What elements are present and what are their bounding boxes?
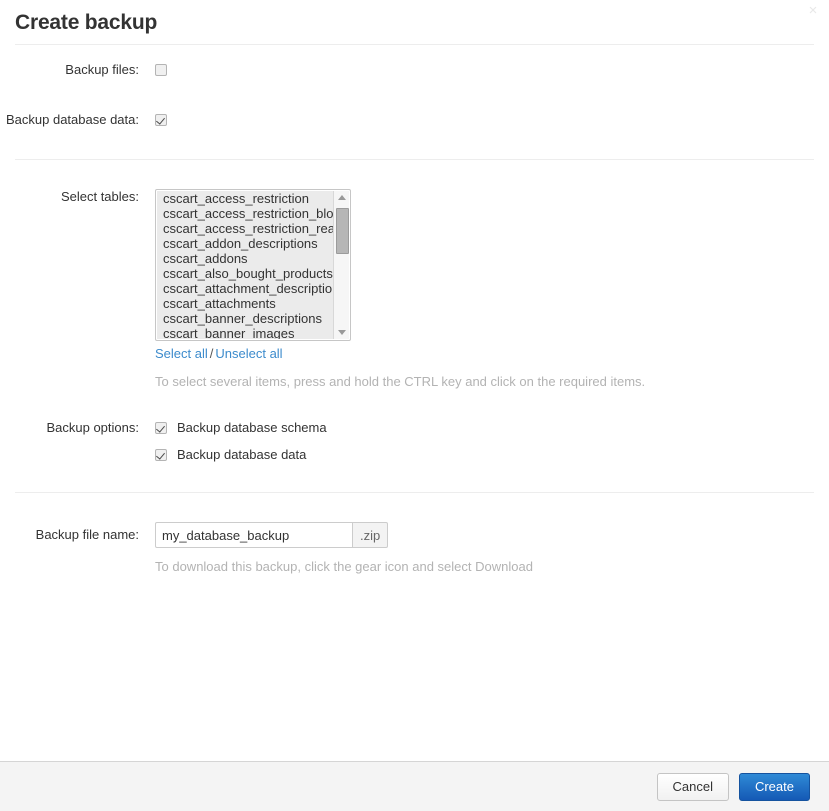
backup-files-row: Backup files:: [0, 62, 829, 78]
backup-file-name-group: .zip: [155, 522, 829, 548]
backup-database-data-label: Backup database data:: [6, 112, 139, 127]
list-item[interactable]: cscart_addon_descriptions: [157, 236, 333, 251]
section-divider-2: [15, 492, 814, 493]
create-backup-dialog: Create backup × Backup files: Backup dat…: [0, 0, 829, 811]
backup-file-name-row: Backup file name: .zip To download this …: [0, 522, 829, 575]
dialog-body: Backup files: Backup database data: Sele…: [0, 45, 829, 761]
links-separator: /: [209, 346, 214, 361]
backup-files-label: Backup files:: [65, 62, 139, 77]
backup-schema-option[interactable]: Backup database schema: [155, 420, 829, 436]
cancel-button[interactable]: Cancel: [656, 772, 729, 801]
backup-file-name-controls: .zip To download this backup, click the …: [155, 522, 829, 575]
close-icon[interactable]: ×: [806, 3, 820, 18]
unselect-all-link[interactable]: Unselect all: [215, 346, 282, 361]
backup-data-label: Backup database data: [177, 447, 307, 462]
scroll-up-icon[interactable]: [334, 191, 349, 204]
list-item[interactable]: cscart_attachment_descriptions: [157, 281, 333, 296]
file-extension-addon: .zip: [353, 522, 389, 548]
list-item[interactable]: cscart_access_restriction_block: [157, 206, 333, 221]
select-links: Select all / Unselect all: [155, 346, 829, 362]
backup-files-checkbox[interactable]: [155, 64, 167, 76]
section-divider-1: [15, 159, 814, 160]
list-item[interactable]: cscart_banner_descriptions: [157, 311, 333, 326]
listbox-scrollbar[interactable]: [333, 191, 349, 339]
select-tables-label: Select tables:: [60, 189, 139, 204]
dialog-header: Create backup ×: [0, 0, 829, 44]
backup-file-name-hint: To download this backup, click the gear …: [155, 559, 533, 574]
select-all-link[interactable]: Select all: [155, 346, 208, 361]
backup-file-name-input[interactable]: [155, 522, 353, 548]
select-tables-controls: cscart_access_restriction cscart_access_…: [155, 189, 829, 390]
dialog-footer: Cancel Create: [0, 761, 829, 811]
backup-options-row: Backup options: Backup database schema B…: [0, 420, 829, 463]
list-item[interactable]: cscart_also_bought_products: [157, 266, 333, 281]
backup-files-controls: [155, 62, 829, 77]
list-item[interactable]: cscart_banner_images: [157, 326, 333, 339]
backup-file-name-label: Backup file name:: [35, 527, 139, 542]
backup-database-data-row: Backup database data:: [0, 112, 829, 128]
select-tables-listbox[interactable]: cscart_access_restriction cscart_access_…: [155, 189, 351, 341]
backup-data-checkbox[interactable]: [155, 449, 167, 461]
list-item[interactable]: cscart_access_restriction: [157, 191, 333, 206]
select-tables-hint: To select several items, press and hold …: [155, 374, 646, 389]
table-list[interactable]: cscart_access_restriction cscart_access_…: [157, 191, 333, 339]
backup-options-controls: Backup database schema Backup database d…: [155, 420, 829, 463]
list-item[interactable]: cscart_addons: [157, 251, 333, 266]
create-button[interactable]: Create: [738, 772, 810, 801]
list-item[interactable]: cscart_attachments: [157, 296, 333, 311]
backup-database-data-controls: [155, 112, 829, 127]
backup-database-data-checkbox[interactable]: [155, 114, 167, 126]
backup-schema-checkbox[interactable]: [155, 422, 167, 434]
backup-schema-label: Backup database schema: [177, 420, 327, 435]
backup-data-option[interactable]: Backup database data: [155, 447, 829, 463]
page-title: Create backup: [15, 10, 158, 34]
scroll-down-icon[interactable]: [334, 326, 349, 339]
select-tables-row: Select tables: cscart_access_restriction…: [0, 189, 829, 390]
scrollbar-thumb[interactable]: [336, 208, 349, 254]
backup-options-label: Backup options:: [46, 420, 139, 435]
list-item[interactable]: cscart_access_restriction_reason: [157, 221, 333, 236]
